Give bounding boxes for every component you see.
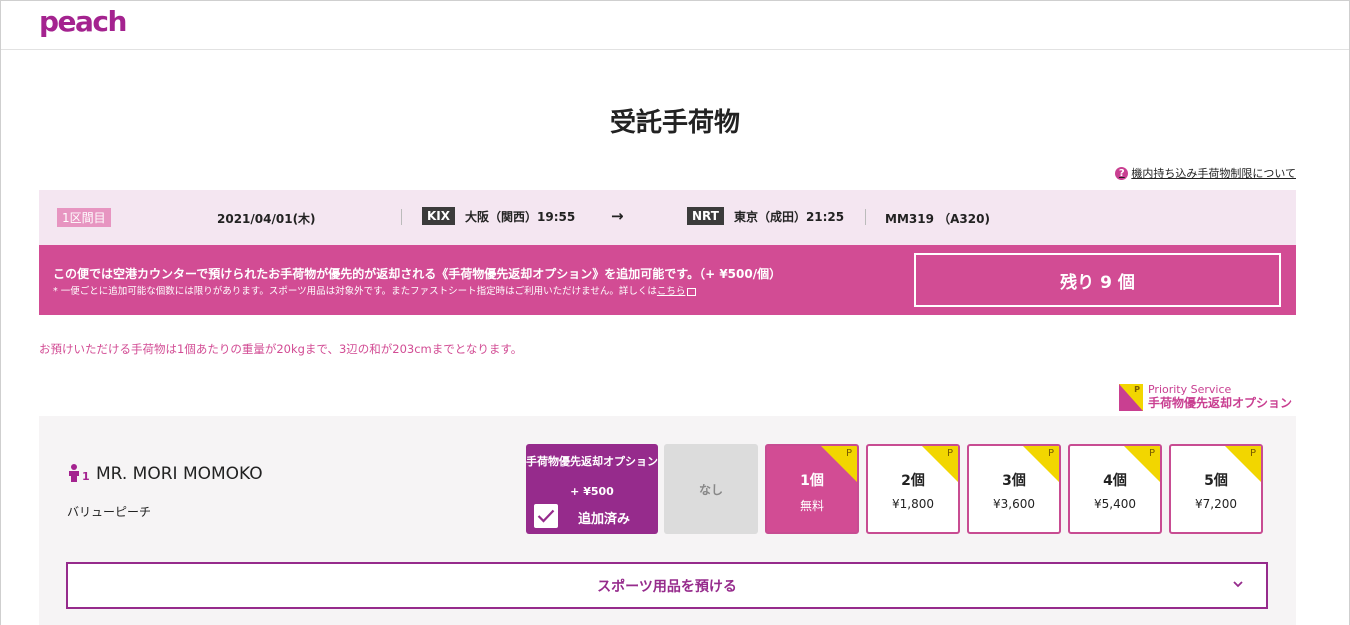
page-title: 受託手荷物: [609, 108, 740, 138]
sports-equipment-label: スポーツ用品を預ける: [597, 578, 737, 595]
banner-sub-label: * 一便ごとに追加可能な個数には限りがあります。スポーツ用品は対象外です。またフ…: [53, 286, 657, 297]
passenger-name: MR. MORI MOMOKO: [96, 464, 263, 484]
priority-p-icon: P: [1118, 384, 1143, 411]
legend-ja: 手荷物優先返却オプション: [1147, 395, 1292, 410]
bag-option-4[interactable]: P 4個 ¥5,400: [1068, 444, 1162, 534]
bag-count: 1個: [800, 473, 824, 489]
site-header: peach: [1, 1, 1349, 50]
peach-logo[interactable]: peach: [39, 5, 127, 38]
chevron-down-icon: [1233, 581, 1243, 588]
bag-option-2[interactable]: P 2個 ¥1,800: [866, 444, 960, 534]
banner-sub-text: * 一便ごとに追加可能な個数には限りがあります。スポーツ用品は対象外です。またフ…: [53, 283, 697, 297]
bag-count: 3個: [1002, 473, 1026, 489]
divider: [401, 209, 402, 225]
question-icon: ?: [1115, 166, 1129, 180]
bag-option-none[interactable]: なし: [664, 444, 758, 534]
banner-main-text: この便では空港カウンターで預けられたお手荷物が優先的が返却される《手荷物優先返却…: [53, 267, 782, 281]
priority-option-toggle[interactable]: 手荷物優先返却オプション + ¥500 追加済み: [526, 444, 658, 534]
priority-option-status: 追加済み: [578, 512, 631, 527]
passenger-panel: 1 MR. MORI MOMOKO バリューピーチ 手荷物優先返却オプション +…: [39, 416, 1296, 625]
flight-number: MM319 （A320): [885, 212, 990, 226]
arrow-right-icon: →: [611, 207, 624, 225]
bag-count: 5個: [1204, 473, 1228, 489]
flight-date: 2021/04/01(木): [217, 212, 316, 226]
sports-equipment-toggle[interactable]: スポーツ用品を預ける: [66, 562, 1268, 609]
departure-code: KIX: [422, 207, 456, 225]
priority-option-price: + ¥500: [570, 485, 614, 498]
bag-count: 2個: [901, 473, 925, 489]
carry-on-rules-link[interactable]: ? 機内持ち込み手荷物制限について: [1115, 165, 1296, 181]
departure-name: 大阪（関西）19:55: [465, 209, 576, 224]
bag-option-5[interactable]: P 5個 ¥7,200: [1169, 444, 1263, 534]
priority-option-banner: この便では空港カウンターで預けられたお手荷物が優先的が返却される《手荷物優先返却…: [39, 245, 1296, 315]
external-link-icon: [687, 287, 697, 296]
passenger-index: 1: [82, 470, 90, 483]
bag-option-1[interactable]: P 1個 無料: [765, 444, 859, 534]
legend-en: Priority Service: [1147, 383, 1232, 396]
bag-price: ¥5,400: [1094, 497, 1136, 511]
arrival-code: NRT: [687, 207, 724, 225]
priority-option-title: 手荷物優先返却オプション: [526, 455, 658, 468]
bag-price: ¥1,800: [892, 497, 934, 511]
carry-on-rules-link-label: 機内持ち込み手荷物制限について: [1131, 167, 1296, 180]
arrival: NRT 東京（成田）21:25: [687, 207, 844, 225]
flight-info-bar: 1区間目 2021/04/01(木) KIX 大阪（関西）19:55 → NRT…: [39, 190, 1296, 245]
arrival-name: 東京（成田）21:25: [733, 209, 845, 224]
bag-price: 無料: [799, 499, 824, 513]
priority-option-checkbox[interactable]: [534, 504, 558, 528]
divider: [865, 209, 866, 225]
details-link[interactable]: こちら: [657, 286, 686, 297]
bag-option-3[interactable]: P 3個 ¥3,600: [967, 444, 1061, 534]
departure: KIX 大阪（関西）19:55: [422, 207, 575, 225]
remaining-count-box: 残り 9 個: [914, 253, 1281, 307]
priority-service-legend: P Priority Service 手荷物優先返却オプション: [1118, 383, 1292, 411]
bag-price: ¥3,600: [993, 497, 1035, 511]
fare-type: バリューピーチ: [67, 505, 152, 519]
weight-limit-note: お預けいただける手荷物は1個あたりの重量が20kgまで、3辺の和が203cmまで…: [39, 342, 523, 356]
checkmark-icon: [537, 509, 555, 523]
person-icon: [69, 464, 79, 482]
bag-price: ¥7,200: [1195, 497, 1237, 511]
bag-count: 4個: [1103, 473, 1127, 489]
segment-badge: 1区間目: [57, 208, 111, 227]
